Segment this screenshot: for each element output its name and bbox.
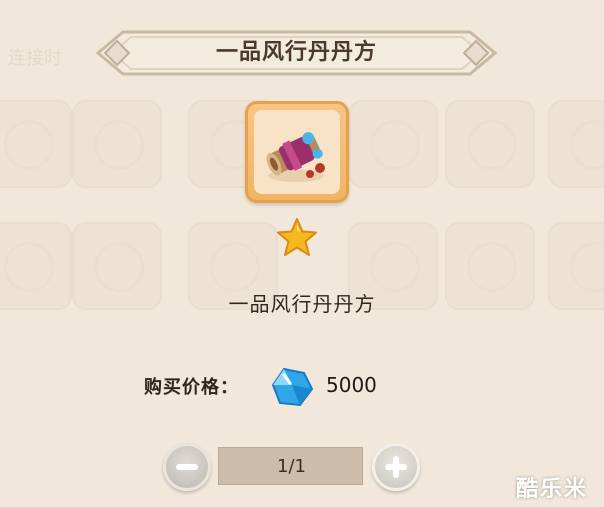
title-ribbon: 一品风行丹丹方 [95,28,498,78]
quantity-display: 1/1 [218,447,363,485]
price-value: 5000 [326,373,377,397]
watermark: 酷乐米 [516,477,589,502]
minus-icon [166,446,208,488]
item-slot-background [254,110,340,194]
star-icon [277,218,317,256]
dialog-title: 一品风行丹丹方 [215,40,377,65]
plus-icon [375,446,417,488]
game-screen: 连接时 一品风行丹丹方 一品风行丹丹方 购买价格： 5000 1/1 酷乐米 [0,0,604,507]
item-purchase-dialog: 一品风行丹丹方 一品风行丹丹方 购买价格： 5000 1/1 [0,0,604,507]
blue-gem-icon [271,367,314,407]
item-slot[interactable] [245,101,349,203]
scroll-item-icon [266,132,325,182]
item-name: 一品风行丹丹方 [228,292,376,316]
decrease-quantity-button[interactable] [163,443,211,491]
increase-quantity-button[interactable] [372,443,420,491]
quantity-text: 1/1 [277,456,306,477]
price-label: 购买价格： [144,377,239,398]
